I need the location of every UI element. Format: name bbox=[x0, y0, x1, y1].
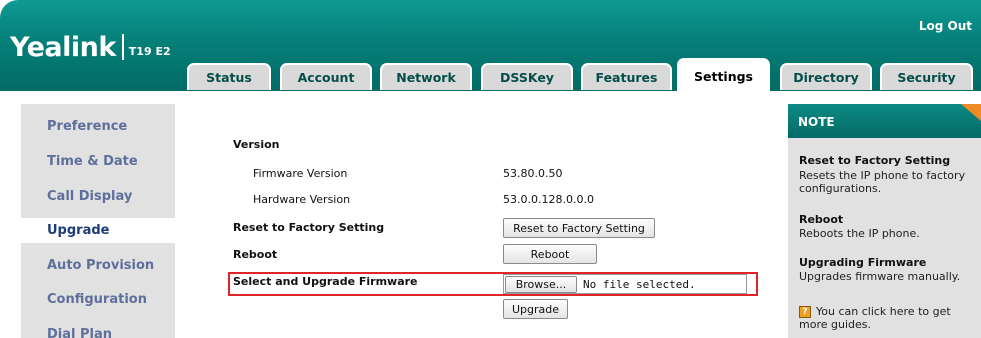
upgrade-button[interactable]: Upgrade bbox=[503, 299, 568, 319]
model-label: T19 E2 bbox=[128, 45, 171, 58]
file-status-text: No file selected. bbox=[583, 278, 696, 291]
logo-text: Yealink bbox=[10, 31, 116, 63]
sidebar-item-upgrade[interactable]: Upgrade bbox=[21, 218, 181, 243]
sidebar-item-call-display[interactable]: Call Display bbox=[21, 184, 175, 209]
hardware-version-value: 53.0.0.128.0.0.0 bbox=[503, 193, 594, 206]
note-upgrading-title: Upgrading Firmware bbox=[799, 256, 927, 269]
note-upgrading-desc: Upgrades firmware manually. bbox=[799, 270, 961, 283]
yealink-logo: Yealink T19 E2 bbox=[10, 31, 171, 63]
version-heading: Version bbox=[233, 138, 280, 151]
note-reset-desc: Resets the IP phone to factory configura… bbox=[799, 169, 966, 195]
reboot-label: Reboot bbox=[233, 248, 278, 261]
header-bar: Yealink T19 E2 Log Out Status Account Ne… bbox=[0, 0, 981, 93]
tab-dsskey[interactable]: DSSKey bbox=[481, 63, 573, 90]
hardware-version-label: Hardware Version bbox=[253, 193, 351, 206]
tab-account[interactable]: Account bbox=[280, 63, 372, 90]
tab-features[interactable]: Features bbox=[581, 63, 672, 90]
note-reboot-desc: Reboots the IP phone. bbox=[799, 227, 920, 240]
sidebar-item-configuration[interactable]: Configuration bbox=[21, 287, 175, 312]
sidebar-item-time-date[interactable]: Time & Date bbox=[21, 149, 175, 174]
sidebar-item-preference[interactable]: Preference bbox=[21, 114, 175, 139]
browse-button[interactable]: Browse... bbox=[505, 276, 577, 293]
tab-directory[interactable]: Directory bbox=[780, 63, 872, 90]
reboot-button[interactable]: Reboot bbox=[503, 244, 597, 264]
logout-link[interactable]: Log Out bbox=[919, 19, 972, 33]
note-guide-link[interactable]: You can click here to get more guides. bbox=[799, 305, 975, 331]
reset-factory-button[interactable]: Reset to Factory Setting bbox=[503, 218, 655, 238]
firmware-version-value: 53.80.0.50 bbox=[503, 167, 563, 180]
note-header: NOTE bbox=[788, 104, 981, 138]
tab-status[interactable]: Status bbox=[187, 63, 271, 90]
note-reboot-title: Reboot bbox=[799, 213, 844, 226]
upgrade-firmware-label: Select and Upgrade Firmware bbox=[233, 275, 418, 288]
tab-settings[interactable]: Settings bbox=[677, 58, 770, 93]
logo-divider bbox=[121, 34, 124, 60]
note-reset-title: Reset to Factory Setting bbox=[799, 154, 951, 167]
reset-factory-label: Reset to Factory Setting bbox=[233, 221, 385, 234]
firmware-version-label: Firmware Version bbox=[253, 167, 348, 180]
sidebar: Preference Time & Date Call Display Upgr… bbox=[21, 104, 181, 338]
tab-network[interactable]: Network bbox=[380, 63, 472, 90]
sidebar-item-auto-provision[interactable]: Auto Provision bbox=[21, 253, 175, 278]
tab-security[interactable]: Security bbox=[880, 63, 973, 90]
note-corner-flag bbox=[961, 104, 981, 121]
sidebar-item-dial-plan[interactable]: Dial Plan bbox=[21, 322, 175, 338]
